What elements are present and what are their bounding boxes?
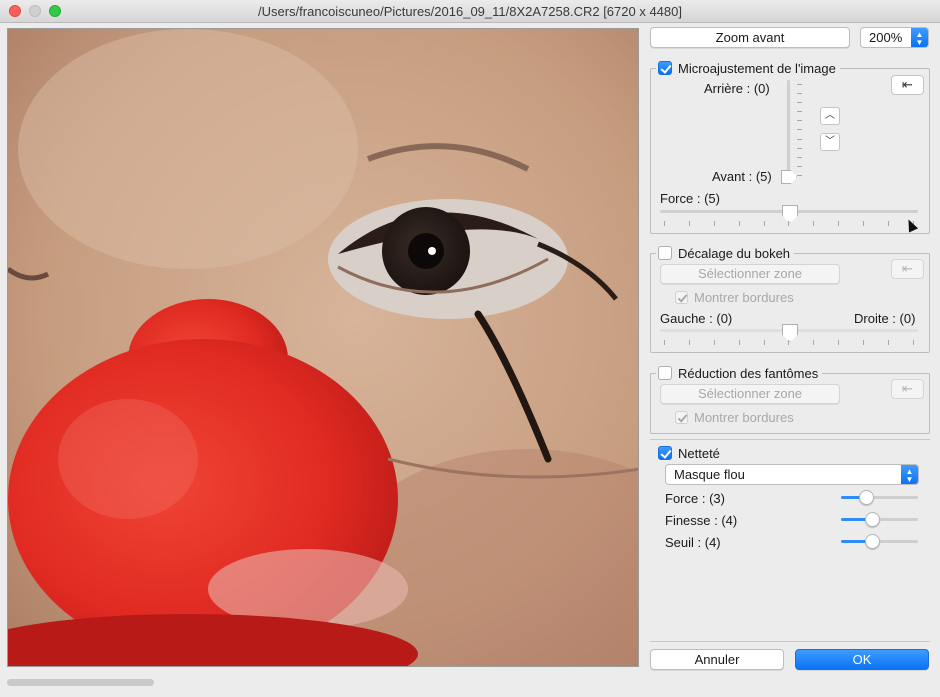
micro-front-label: Avant : (5): [712, 169, 772, 184]
sharpness-force-knob[interactable]: [859, 490, 874, 505]
sharpness-checkbox[interactable]: [658, 446, 672, 460]
sharpness-method-select[interactable]: Masque flou ▲ ▼: [665, 464, 919, 485]
image-preview[interactable]: [7, 28, 639, 667]
bokeh-left-label: Gauche : (0): [660, 311, 733, 326]
micro-back-label: Arrière : (0): [704, 81, 770, 96]
micro-adjust-header: Microajustement de l'image: [656, 60, 840, 76]
footer-divider: [650, 641, 930, 642]
sharpness-method-value: Masque flou: [674, 467, 745, 482]
micro-force-ticks: [664, 221, 914, 226]
micro-vertical-ticks: [797, 84, 803, 176]
stepper-arrows-icon: ▲ ▼: [911, 28, 928, 47]
sharpness-force-label: Force : (3): [665, 491, 725, 506]
bokeh-show-borders-label: Montrer bordures: [694, 290, 794, 305]
micro-vertical-track[interactable]: [787, 80, 790, 180]
ghost-checkbox[interactable]: [658, 366, 672, 380]
ghost-title: Réduction des fantômes: [678, 365, 819, 381]
bokeh-select-zone-button[interactable]: Sélectionner zone: [660, 264, 840, 284]
cancel-button[interactable]: Annuler: [650, 649, 784, 670]
bokeh-title: Décalage du bokeh: [678, 245, 791, 261]
micro-force-label: Force : (5): [660, 191, 720, 206]
ghost-select-zone-button[interactable]: Sélectionner zone: [660, 384, 840, 404]
ghost-reset-button[interactable]: ⇤: [891, 379, 924, 399]
reset-arrow-icon: ⇤: [902, 77, 913, 92]
micro-down-button[interactable]: ﹀: [820, 133, 840, 151]
sharpness-header: Netteté: [656, 445, 724, 461]
micro-reset-button[interactable]: ⇤: [891, 75, 924, 95]
bokeh-right-label: Droite : (0): [854, 311, 916, 326]
reset-arrow-icon: ⇤: [902, 261, 913, 276]
ghost-show-borders-label: Montrer bordures: [694, 410, 794, 425]
sharpness-threshold-knob[interactable]: [865, 534, 880, 549]
bokeh-show-borders-checkbox[interactable]: [675, 291, 688, 304]
bokeh-show-borders[interactable]: Montrer bordures: [675, 290, 794, 305]
ghost-show-borders[interactable]: Montrer bordures: [675, 410, 794, 425]
sharpness-threshold-label: Seuil : (4): [665, 535, 721, 550]
zoom-level-value: 200%: [869, 30, 903, 45]
window-title: /Users/francoiscuneo/Pictures/2016_09_11…: [258, 4, 682, 19]
micro-up-button[interactable]: ︿: [820, 107, 840, 125]
zoom-level-select[interactable]: 200% ▲ ▼: [860, 27, 929, 48]
bokeh-ticks: [664, 340, 914, 345]
stepper-arrows-icon: ▲ ▼: [901, 465, 918, 484]
sharpness-finesse-knob[interactable]: [865, 512, 880, 527]
chevron-down-icon: ﹀: [825, 136, 835, 147]
reset-arrow-icon: ⇤: [902, 381, 913, 396]
bokeh-header: Décalage du bokeh: [656, 245, 795, 261]
preview-photo: [8, 29, 638, 666]
micro-adjust-title: Microajustement de l'image: [678, 60, 836, 76]
ghost-header: Réduction des fantômes: [656, 365, 823, 381]
micro-adjust-checkbox[interactable]: [658, 61, 672, 75]
bokeh-checkbox[interactable]: [658, 246, 672, 260]
sharpness-divider: [650, 439, 930, 440]
ok-button[interactable]: OK: [795, 649, 929, 670]
sharpness-force-track[interactable]: [841, 496, 918, 499]
ghost-show-borders-checkbox[interactable]: [675, 411, 688, 424]
sharpness-title: Netteté: [678, 445, 720, 461]
sharpness-finesse-label: Finesse : (4): [665, 513, 738, 528]
zoom-in-button[interactable]: Zoom avant: [650, 27, 850, 48]
horizontal-scrollbar[interactable]: [7, 679, 154, 686]
bokeh-reset-button[interactable]: ⇤: [891, 259, 924, 279]
chevron-up-icon: ︿: [825, 110, 835, 121]
title-bar: /Users/francoiscuneo/Pictures/2016_09_11…: [0, 0, 940, 23]
